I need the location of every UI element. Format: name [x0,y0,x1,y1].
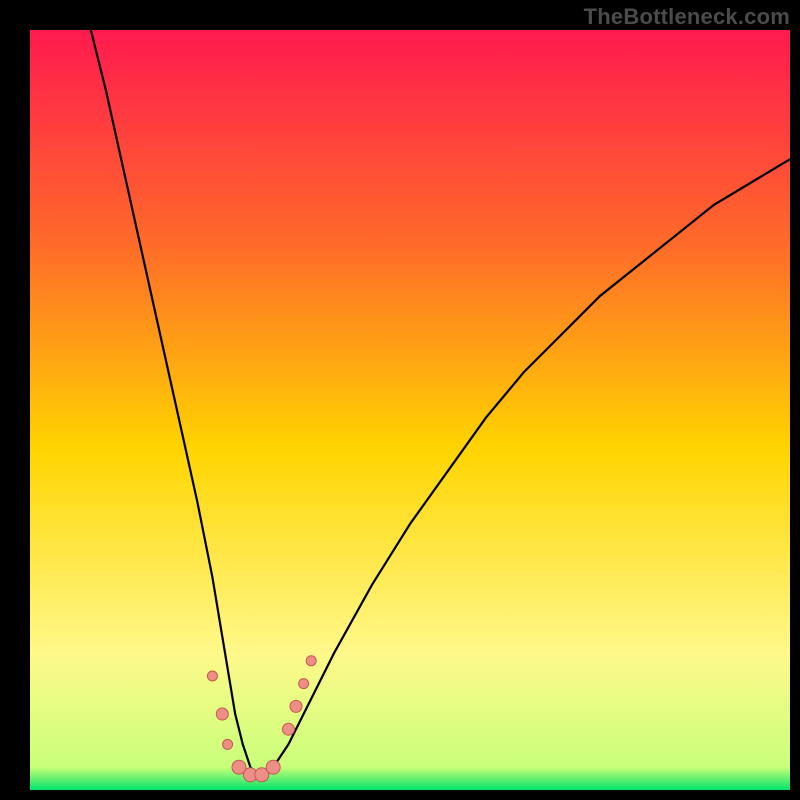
gradient-background [30,30,790,790]
data-marker [266,760,280,774]
data-marker [207,671,217,681]
data-marker [299,679,309,689]
data-marker [216,708,228,720]
watermark-text: TheBottleneck.com [584,4,790,30]
chart-stage: TheBottleneck.com [0,0,800,800]
data-marker [290,700,302,712]
data-marker [282,723,294,735]
data-marker [306,656,316,666]
plot-area [30,30,790,790]
data-marker [223,739,233,749]
chart-svg [30,30,790,790]
